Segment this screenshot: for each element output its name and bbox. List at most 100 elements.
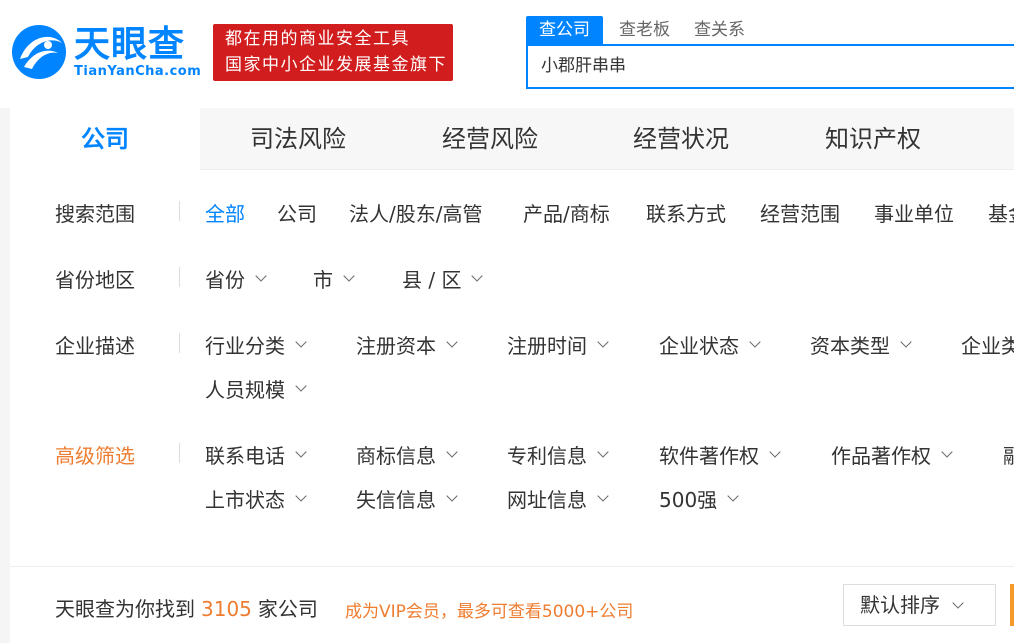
work-copyright-dropdown[interactable]: 作品著作权 [831, 440, 953, 469]
chevron-down-icon [295, 446, 307, 458]
dropdown-label: 软件著作权 [659, 444, 759, 468]
dropdown-label: 500强 [659, 488, 718, 512]
dropdown-label: 上市状态 [205, 488, 285, 512]
divider [179, 443, 180, 463]
filter-panel: 公司 司法风险 经营风险 经营状况 知识产权 搜索范围 全部 公司 法人/股东/… [10, 108, 1014, 566]
filter-label-region: 省份地区 [55, 268, 135, 292]
tab-judicial-risk[interactable]: 司法风险 [250, 108, 346, 170]
category-tabs: 公司 司法风险 经营风险 经营状况 知识产权 [10, 108, 1014, 171]
dropdown-label: 联系电话 [205, 444, 285, 468]
region-province-dropdown[interactable]: 省份 [205, 264, 267, 293]
region-city-dropdown[interactable]: 市 [313, 264, 355, 293]
dropdown-label: 商标信息 [356, 444, 436, 468]
dropdown-label: 人员规模 [205, 378, 285, 402]
chevron-down-icon [295, 380, 307, 392]
scope-option-company[interactable]: 公司 [277, 198, 317, 227]
slogan-line-2: 国家中小企业发展基金旗下 [225, 55, 447, 75]
tianyancha-logo-icon [12, 25, 66, 79]
chevron-down-icon [295, 336, 307, 348]
dropdown-label: 失信信息 [356, 488, 436, 512]
result-suffix: 家公司 [257, 597, 318, 621]
industry-dropdown[interactable]: 行业分类 [205, 330, 307, 359]
dropdown-label: 县 / 区 [402, 268, 462, 292]
patent-dropdown[interactable]: 专利信息 [507, 440, 609, 469]
sort-label: 默认排序 [860, 593, 940, 617]
chevron-down-icon [446, 336, 458, 348]
dropdown-label: 网址信息 [507, 488, 587, 512]
website-dropdown[interactable]: 网址信息 [507, 484, 609, 513]
search-input[interactable]: 小郡肝串串 [526, 44, 1014, 89]
scope-option-all[interactable]: 全部 [205, 198, 245, 227]
chevron-down-icon [597, 446, 609, 458]
chevron-down-icon [597, 490, 609, 502]
financing-dropdown[interactable]: 融 [1003, 440, 1014, 469]
result-prefix: 天眼查为你找到 [55, 597, 195, 621]
chevron-down-icon [727, 490, 739, 502]
divider [179, 267, 180, 287]
chevron-down-icon [952, 596, 964, 609]
scope-option-legal-person[interactable]: 法人/股东/高管 [349, 198, 482, 227]
capital-type-dropdown[interactable]: 资本类型 [810, 330, 912, 359]
search-type-tabs: 查公司 查老板 查关系 [526, 16, 769, 44]
vip-promo-link[interactable]: 成为VIP会员，最多可查看5000+公司 [345, 597, 633, 622]
trademark-dropdown[interactable]: 商标信息 [356, 440, 458, 469]
staff-size-dropdown[interactable]: 人员规模 [205, 374, 307, 403]
action-button-edge[interactable] [1010, 584, 1014, 626]
dropdown-label: 注册时间 [507, 334, 587, 358]
sort-dropdown[interactable]: 默认排序 [843, 584, 996, 626]
tab-search-boss[interactable]: 查老板 [619, 16, 670, 44]
tab-intellectual-property[interactable]: 知识产权 [825, 108, 921, 170]
tab-search-company[interactable]: 查公司 [526, 16, 603, 44]
filter-label-advanced: 高级筛选 [55, 444, 135, 468]
scope-option-fund[interactable]: 基金 [988, 198, 1014, 227]
result-bar: 天眼查为你找到 3105 家公司 成为VIP会员，最多可查看5000+公司 默认排序 [10, 566, 1014, 643]
enterprise-type-dropdown[interactable]: 企业类 [961, 330, 1014, 359]
chevron-down-icon [295, 490, 307, 502]
phone-dropdown[interactable]: 联系电话 [205, 440, 307, 469]
chevron-down-icon [343, 270, 355, 282]
dropdown-label: 作品著作权 [831, 444, 931, 468]
enterprise-status-dropdown[interactable]: 企业状态 [659, 330, 761, 359]
region-county-dropdown[interactable]: 县 / 区 [402, 264, 484, 293]
registered-capital-dropdown[interactable]: 注册资本 [356, 330, 458, 359]
divider [179, 201, 180, 221]
chevron-down-icon [941, 446, 953, 458]
listing-status-dropdown[interactable]: 上市状态 [205, 484, 307, 513]
scope-option-contact[interactable]: 联系方式 [646, 198, 726, 227]
logo-wordmark: 天眼查 [74, 24, 186, 65]
chevron-down-icon [446, 446, 458, 458]
scope-option-business-scope[interactable]: 经营范围 [760, 198, 840, 227]
chevron-down-icon [471, 270, 484, 282]
logo[interactable]: 天眼查 TianYanCha.com [10, 22, 210, 82]
logo-domain: TianYanCha.com [74, 64, 202, 79]
tab-company[interactable]: 公司 [10, 108, 200, 171]
dropdown-label: 省份 [205, 268, 245, 292]
chevron-down-icon [900, 336, 912, 348]
dishonesty-dropdown[interactable]: 失信信息 [356, 484, 458, 513]
software-copyright-dropdown[interactable]: 软件著作权 [659, 440, 781, 469]
dropdown-label: 专利信息 [507, 444, 587, 468]
result-summary: 天眼查为你找到 3105 家公司 [55, 593, 318, 622]
dropdown-label: 企业状态 [659, 334, 739, 358]
tab-operating-risk[interactable]: 经营风险 [442, 108, 538, 170]
slogan-banner: 都在用的商业安全工具 国家中小企业发展基金旗下 [213, 24, 453, 81]
scope-option-product[interactable]: 产品/商标 [523, 198, 610, 227]
chevron-down-icon [446, 490, 458, 502]
chevron-down-icon [255, 270, 267, 282]
dropdown-label: 行业分类 [205, 334, 285, 358]
chevron-down-icon [749, 336, 761, 348]
tab-search-relation[interactable]: 查关系 [694, 16, 745, 44]
dropdown-label: 注册资本 [356, 334, 436, 358]
divider [179, 333, 180, 353]
tab-operating-status[interactable]: 经营状况 [633, 108, 729, 170]
header: 天眼查 TianYanCha.com 都在用的商业安全工具 国家中小企业发展基金… [0, 0, 1014, 108]
registration-time-dropdown[interactable]: 注册时间 [507, 330, 609, 359]
scope-option-institution[interactable]: 事业单位 [874, 198, 954, 227]
filter-label-scope: 搜索范围 [55, 202, 135, 226]
top500-dropdown[interactable]: 500强 [659, 484, 739, 513]
dropdown-label: 市 [313, 268, 333, 292]
chevron-down-icon [597, 336, 609, 348]
result-count: 3105 [201, 597, 252, 621]
dropdown-label: 资本类型 [810, 334, 890, 358]
slogan-line-1: 都在用的商业安全工具 [225, 29, 410, 49]
